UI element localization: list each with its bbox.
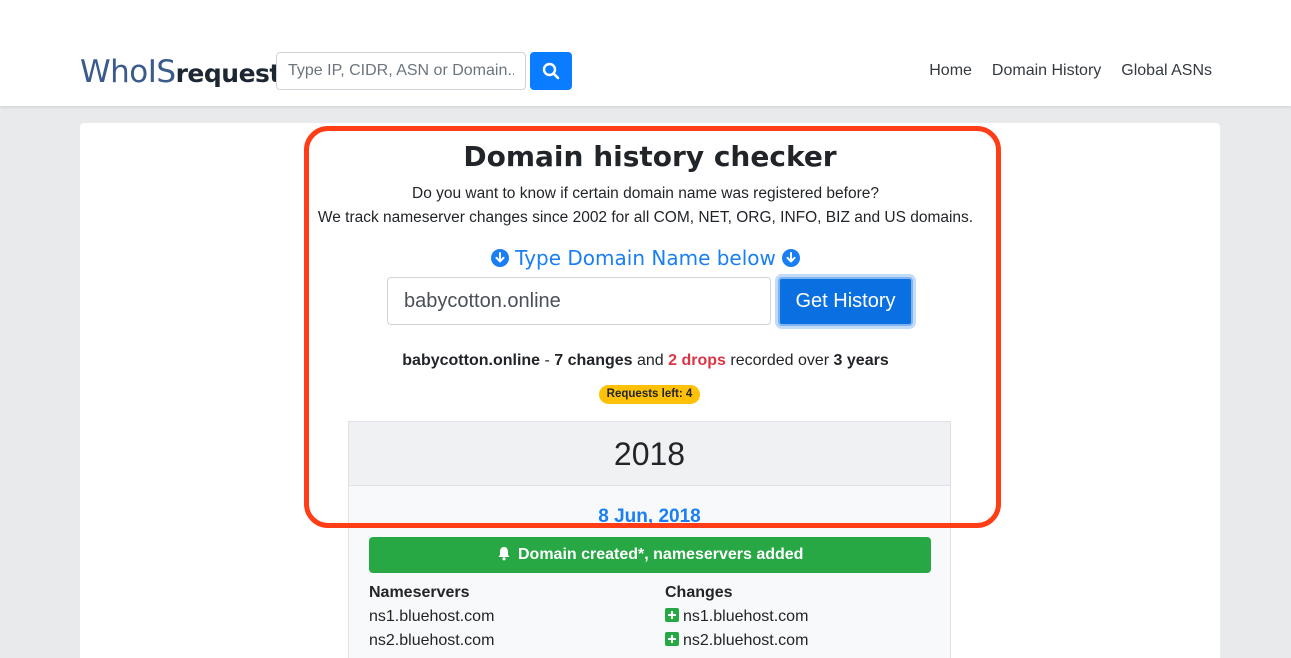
- header-search-input[interactable]: [276, 52, 526, 90]
- bell-icon: [498, 547, 510, 561]
- nav-global-asns[interactable]: Global ASNs: [1121, 62, 1212, 80]
- navbar: WhoISrequest Home Domain History Global …: [0, 0, 1291, 106]
- nav-domain-history[interactable]: Domain History: [992, 62, 1101, 80]
- type-domain-label: Type Domain Name below: [0, 246, 1291, 270]
- nameserver-item: ns1.bluehost.com: [369, 608, 495, 625]
- changes-header: Changes: [665, 584, 733, 601]
- logo-request: request: [175, 59, 282, 88]
- nav-links: Home Domain History Global ASNs: [929, 62, 1212, 80]
- domain-input[interactable]: [387, 277, 771, 325]
- year-heading: 2018: [349, 422, 950, 486]
- description-line-2: We track nameserver changes since 2002 f…: [317, 209, 974, 226]
- logo-whois: WhoIS: [80, 54, 176, 90]
- get-history-button[interactable]: Get History: [778, 277, 913, 326]
- event-date: 8 Jun, 2018: [598, 506, 701, 527]
- nameservers-header: Nameservers: [369, 584, 470, 601]
- nameserver-item: ns2.bluehost.com: [369, 632, 495, 649]
- page-title: Domain history checker: [463, 140, 837, 173]
- change-item: ns1.bluehost.com: [665, 608, 808, 626]
- summary-and: and: [632, 352, 669, 369]
- search-icon: [542, 62, 560, 80]
- summary-recorded: recorded over: [725, 352, 834, 369]
- summary-domain: babycotton.online: [402, 352, 541, 369]
- year-section: 2018 8 Jun, 2018 Domain created*, namese…: [348, 421, 951, 658]
- domain-created-text: Domain created*, nameservers added: [517, 546, 804, 563]
- arrow-down-circle-icon: [781, 249, 800, 267]
- type-domain-text: Type Domain Name below: [515, 246, 776, 270]
- nav-home[interactable]: Home: [929, 62, 972, 80]
- change-item: ns2.bluehost.com: [665, 632, 808, 650]
- summary-sep: -: [540, 352, 555, 369]
- history-summary: babycotton.online - 7 changes and 2 drop…: [0, 352, 1291, 370]
- summary-years: 3 years: [833, 352, 889, 369]
- plus-square-icon: [665, 608, 679, 622]
- arrow-down-circle-icon: [491, 249, 510, 267]
- summary-changes: 7 changes: [554, 352, 633, 369]
- plus-square-icon: [665, 632, 679, 646]
- requests-left-badge: Requests left: 4: [599, 385, 700, 404]
- change-text: ns1.bluehost.com: [683, 608, 809, 625]
- site-logo[interactable]: WhoISrequest: [80, 52, 281, 94]
- change-text: ns2.bluehost.com: [683, 632, 809, 649]
- summary-drops: 2 drops: [668, 352, 726, 369]
- description-line-1: Do you want to know if certain domain na…: [412, 185, 879, 202]
- header-search-button[interactable]: [530, 52, 572, 90]
- domain-created-banner: Domain created*, nameservers added: [369, 537, 931, 573]
